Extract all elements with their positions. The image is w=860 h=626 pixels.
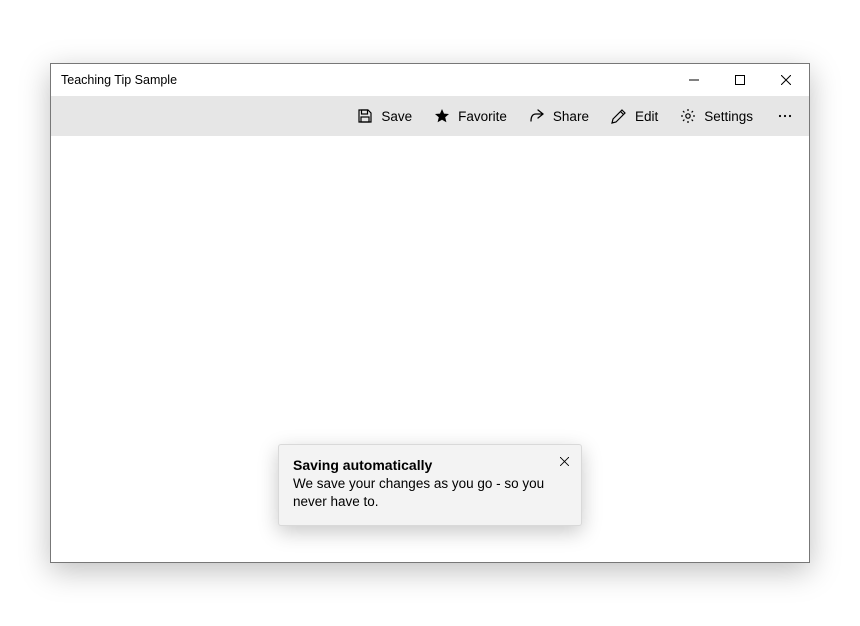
window-controls	[671, 64, 809, 96]
edit-label: Edit	[635, 109, 658, 124]
maximize-button[interactable]	[717, 64, 763, 96]
maximize-icon	[735, 75, 745, 85]
teaching-tip-close-button[interactable]	[553, 451, 575, 473]
more-button[interactable]	[765, 96, 805, 136]
content-area: Saving automatically We save your change…	[51, 136, 809, 562]
more-icon	[777, 108, 793, 124]
edit-button[interactable]: Edit	[601, 96, 668, 136]
share-icon	[529, 108, 545, 124]
command-bar: Save Favorite Share E	[51, 96, 809, 136]
edit-icon	[611, 108, 627, 124]
favorite-button[interactable]: Favorite	[424, 96, 517, 136]
save-label: Save	[381, 109, 412, 124]
share-label: Share	[553, 109, 589, 124]
save-icon	[357, 108, 373, 124]
star-icon	[434, 108, 450, 124]
app-window: Teaching Tip Sample Save	[50, 63, 810, 563]
favorite-label: Favorite	[458, 109, 507, 124]
close-icon	[781, 75, 791, 85]
window-title: Teaching Tip Sample	[61, 73, 177, 87]
share-button[interactable]: Share	[519, 96, 599, 136]
teaching-tip-body: We save your changes as you go - so you …	[293, 475, 567, 511]
close-icon	[560, 457, 569, 466]
gear-icon	[680, 108, 696, 124]
settings-label: Settings	[704, 109, 753, 124]
close-button[interactable]	[763, 64, 809, 96]
settings-button[interactable]: Settings	[670, 96, 763, 136]
save-button[interactable]: Save	[347, 96, 422, 136]
teaching-tip-title: Saving automatically	[293, 457, 567, 473]
teaching-tip: Saving automatically We save your change…	[278, 444, 582, 526]
title-bar: Teaching Tip Sample	[51, 64, 809, 96]
minimize-button[interactable]	[671, 64, 717, 96]
minimize-icon	[689, 75, 699, 85]
